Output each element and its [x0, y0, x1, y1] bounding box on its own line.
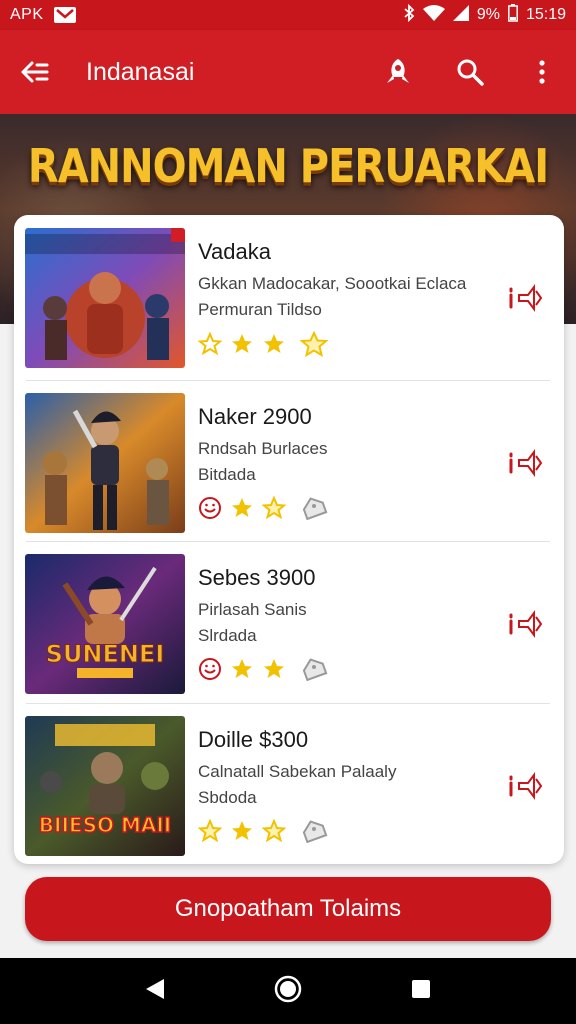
banner-title: RANNOMAN PERUARKAI — [27, 140, 549, 194]
game-desc-line2: Bitdada — [198, 465, 256, 484]
game-desc-line1: Rndsah Burlaces — [198, 439, 328, 458]
mail-notification-icon — [53, 7, 76, 23]
star-outline-icon — [198, 332, 222, 356]
search-icon[interactable] — [452, 54, 488, 90]
app-bar: Indanasai — [0, 30, 576, 114]
home-nav-icon[interactable] — [274, 975, 302, 1008]
info-share-button[interactable] — [506, 283, 546, 313]
back-arrow-icon[interactable] — [16, 54, 52, 90]
star-outline-icon — [262, 496, 286, 520]
clock: 15:19 — [525, 6, 566, 23]
tag-icon — [300, 819, 328, 843]
game-title: Vadaka — [198, 239, 271, 264]
game-desc-line1: Pirlasah Sanis — [198, 600, 307, 619]
badge-star-icon — [300, 331, 328, 357]
star-icon — [230, 657, 254, 681]
star-icon — [230, 496, 254, 520]
game-thumbnail[interactable] — [25, 393, 185, 533]
list-item[interactable]: BIIESO MAII Doille $300 Calnatall Sabeka… — [14, 703, 564, 864]
info-share-button[interactable] — [506, 609, 546, 639]
info-share-button[interactable] — [506, 448, 546, 478]
rating — [198, 496, 328, 520]
game-title: Doille $300 — [198, 727, 309, 752]
list-item[interactable]: SUNENEI Sebes 3900 Pirlasah Sanis Slrdad… — [14, 541, 564, 703]
star-outline-icon — [198, 819, 222, 843]
system-nav-bar — [0, 958, 576, 1024]
thumbnail-title: BIIESO MAII — [39, 813, 171, 837]
smile-icon — [198, 657, 222, 681]
game-desc-line1: Gkkan Madocakar, Soootkai Eclaca — [198, 274, 467, 293]
status-bar: APK 9% 15:19 — [0, 0, 576, 30]
star-outline-icon — [262, 819, 286, 843]
battery-icon — [508, 3, 518, 27]
game-title: Naker 2900 — [198, 404, 312, 429]
game-thumbnail[interactable]: BIIESO MAII — [25, 716, 185, 856]
game-list: Vadaka Gkkan Madocakar, Soootkai Eclaca … — [14, 215, 564, 864]
star-icon — [262, 332, 286, 356]
battery-percent: 9% — [476, 6, 500, 23]
recents-nav-icon[interactable] — [410, 978, 432, 1005]
back-nav-icon[interactable] — [144, 977, 166, 1006]
rocket-icon[interactable] — [380, 54, 416, 90]
list-item[interactable]: Naker 2900 Rndsah Burlaces Bitdada — [14, 380, 564, 542]
primary-action-button[interactable]: Gnopoatham Tolaims — [25, 877, 551, 941]
info-share-button[interactable] — [506, 771, 546, 801]
game-thumbnail[interactable]: SUNENEI — [25, 554, 185, 694]
rating — [198, 331, 328, 357]
rating — [198, 819, 328, 843]
status-label: APK — [10, 6, 44, 23]
signal-icon — [452, 4, 469, 26]
page-title: Indanasai — [86, 57, 195, 86]
bluetooth-icon — [403, 3, 415, 27]
game-desc-line2: Sbdoda — [198, 788, 257, 807]
smile-icon — [198, 496, 222, 520]
wifi-icon — [422, 4, 445, 26]
game-desc-line2: Permuran Tildso — [198, 300, 322, 319]
more-vert-icon[interactable] — [524, 54, 560, 90]
tag-icon — [300, 496, 328, 520]
thumbnail-title: SUNENEI — [46, 640, 165, 668]
star-icon — [230, 819, 254, 843]
star-icon — [230, 332, 254, 356]
rating — [198, 657, 328, 681]
list-item[interactable]: Vadaka Gkkan Madocakar, Soootkai Eclaca … — [14, 215, 564, 377]
game-desc-line1: Calnatall Sabekan Palaaly — [198, 762, 397, 781]
game-thumbnail[interactable] — [25, 228, 185, 368]
game-desc-line2: Slrdada — [198, 626, 257, 645]
game-title: Sebes 3900 — [198, 565, 316, 590]
tag-icon — [300, 657, 328, 681]
star-icon — [262, 657, 286, 681]
